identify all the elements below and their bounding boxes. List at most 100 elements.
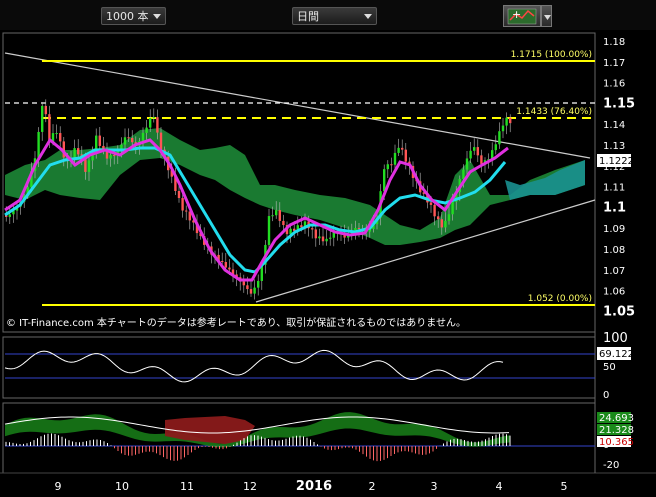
candle-body [145,127,148,133]
x-axis: 9 10 11 12 2016 2 3 4 5 [55,479,568,494]
candle-body [257,280,260,288]
candle-body [505,117,508,126]
price-tick-label: 1.11 [603,183,625,194]
price-tick-label: 1.16 [603,79,625,90]
candle-body [224,262,227,268]
candle-body [447,214,451,221]
candle-body [501,125,505,132]
candle-body [275,210,278,216]
candle-body [48,114,51,143]
candle-body [314,229,317,239]
candle-body [113,155,116,157]
candle-body [228,267,231,270]
candle-body [509,117,512,124]
price-tick-label: 1.1 [603,200,626,215]
price-axis: 1.181.171.161.151.141.131.121.111.11.091… [603,37,635,319]
x-tick-label: 2 [369,480,376,493]
price-tick-label: 1.18 [603,37,625,48]
candle-body [386,164,389,170]
candle-body [357,228,361,230]
candle-body [55,133,58,135]
candle-body [181,198,184,211]
fib-label-0: 1.052 (0.00%) [528,294,592,304]
price-tick-label: 1.06 [603,287,625,298]
candle-body [465,158,469,170]
candle-body [437,216,440,220]
rsi-panel [2,336,596,399]
candle-body [156,117,159,133]
price-tick-label: 1.13 [603,141,625,152]
candle-body [476,147,479,156]
candle-body [131,137,134,143]
candle-body [393,152,397,165]
candle-body [185,210,188,212]
rsi-axis: 100 50 0 [603,331,628,401]
rsi-current: 69.122 [599,349,634,360]
price-tick-label: 1.05 [603,304,635,319]
x-tick-label: 10 [115,480,129,493]
candle-body [480,155,483,164]
candle-body [282,220,285,226]
candle-body [87,160,91,172]
price-tick-label: 1.15 [603,96,635,111]
rsi-tick-label: 50 [603,362,616,373]
candle-body [221,260,224,263]
candle-body [444,220,447,228]
candle-body [451,201,454,215]
x-tick-label: 12 [243,480,257,493]
candle-body [123,137,127,145]
candle-body [253,287,256,294]
candle-body [278,210,281,221]
candle-body [429,202,433,205]
price-tick-label: 1.07 [603,266,625,277]
candle-body [494,144,497,151]
candle-body [311,228,314,230]
candle-body [390,164,393,166]
candle-body [267,216,271,245]
price-tick-label: 1.14 [603,120,625,131]
macd-tick-label: -20 [603,460,619,471]
candle-body [401,147,404,150]
x-tick-label: 4 [496,480,503,493]
price-tick-label: 1.08 [603,245,625,256]
candle-body [321,236,325,242]
price-tick-label: 1.09 [603,224,625,235]
copyright-notice: © IT-Finance.com 本チャートのデータは参考レートであり、取引が保… [6,316,466,329]
candle-body [8,214,11,217]
x-tick-label: 5 [561,480,568,493]
candle-body [152,117,155,119]
candle-body [77,148,80,155]
macd-label1: 24.693 [599,413,634,424]
candle-body [397,147,400,153]
x-tick-label: 9 [55,480,62,493]
candle-body [325,238,328,242]
candle-body [44,105,47,115]
candle-body [41,105,44,132]
candle-body [37,131,40,159]
candle-body [73,148,76,158]
candle-body [498,131,501,145]
candle-body [249,289,253,294]
candle-body [98,135,101,146]
candle-body [109,155,112,159]
candle-body [149,118,152,128]
candle-body [242,281,245,286]
candle-body [59,133,62,142]
candle-body [318,236,321,239]
candle-body [271,215,274,217]
candle-body [404,149,407,162]
candle-body [433,204,436,217]
chart-area: 1.1715 (100.00%) 1.1433 (76.40%) 1.052 (… [0,32,656,494]
candle-body [246,285,249,290]
x-tick-label: 11 [180,480,194,493]
candle-body [177,191,181,199]
candle-body [383,169,386,192]
candle-body [469,150,472,159]
candle-body [462,169,465,179]
rsi-tick-label: 100 [603,331,628,346]
price-tick-label: 1.17 [603,58,625,69]
candle-body [159,132,163,150]
macd-label3: 10.365 [599,437,634,448]
x-tick-label: 3 [431,480,438,493]
candle-body [127,137,130,139]
